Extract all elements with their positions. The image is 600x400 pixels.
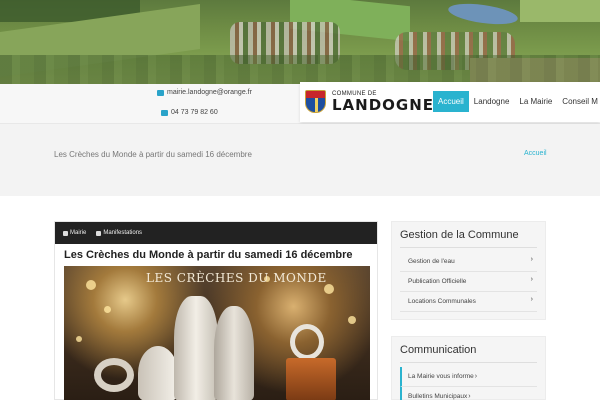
phone-icon xyxy=(161,109,168,116)
post-card: Mairie Manifestations Les Crèches du Mon… xyxy=(54,221,378,400)
contact-phone[interactable]: 04 73 79 82 60 xyxy=(161,109,218,116)
chevron-right-icon: › xyxy=(530,256,533,263)
nav-item-conseil[interactable]: Conseil M xyxy=(557,91,600,112)
breadcrumb-home-link[interactable]: Accueil xyxy=(524,150,547,157)
post-featured-image[interactable]: LES CRÈCHES DU MONDE xyxy=(64,266,370,400)
hero-aerial-photo xyxy=(0,0,600,84)
post-author[interactable]: Mairie xyxy=(63,230,86,236)
nav-item-landogne[interactable]: Landogne xyxy=(469,91,515,112)
user-icon xyxy=(63,230,68,236)
sidebar-item-label[interactable]: Gestion de l'eau xyxy=(408,258,455,265)
sidebar-item-bulletins[interactable]: Bulletins Municipaux› xyxy=(400,387,537,400)
widget-gestion: Gestion de la Commune Gestion de l'eau ›… xyxy=(391,221,546,320)
sidebar-item-label[interactable]: Locations Communales xyxy=(408,298,476,305)
chevron-right-icon: › xyxy=(474,373,478,380)
logo-title: LANDOGNE xyxy=(332,95,435,114)
divider-shadow xyxy=(110,184,490,192)
sidebar-item-label[interactable]: Publication Officielle xyxy=(408,278,466,285)
post-meta-bar: Mairie Manifestations xyxy=(55,222,377,244)
post-category[interactable]: Manifestations xyxy=(96,230,142,236)
main-nav: Accueil Landogne La Mairie Conseil M xyxy=(433,91,600,112)
widget-communication-title: Communication xyxy=(400,344,477,356)
chevron-right-icon: › xyxy=(530,296,533,303)
chevron-right-icon: › xyxy=(530,276,533,283)
widget-gestion-title: Gestion de la Commune xyxy=(400,229,519,241)
sidebar-item-publication[interactable]: Publication Officielle › xyxy=(400,272,537,292)
coat-of-arms-icon xyxy=(305,90,326,113)
widget-communication: Communication La Mairie vous informe› Bu… xyxy=(391,336,546,400)
site-logo[interactable]: COMMUNE DE LANDOGNE xyxy=(305,90,434,113)
sidebar-item-label[interactable]: La Mairie vous informe xyxy=(408,373,474,380)
nav-item-accueil[interactable]: Accueil xyxy=(433,91,469,112)
post-author-label[interactable]: Mairie xyxy=(70,230,86,236)
folder-icon xyxy=(96,230,102,236)
sidebar-item-label[interactable]: Bulletins Municipaux xyxy=(408,393,467,400)
sidebar-item-mairie-informe[interactable]: La Mairie vous informe› xyxy=(400,367,537,387)
page-title: Les Crèches du Monde à partir du samedi … xyxy=(54,150,252,159)
sidebar-item-locations[interactable]: Locations Communales › xyxy=(400,292,537,312)
chevron-right-icon: › xyxy=(468,393,471,400)
image-caption: LES CRÈCHES DU MONDE xyxy=(146,271,327,285)
contact-email[interactable]: mairie.landogne@orange.fr xyxy=(157,89,252,96)
post-title[interactable]: Les Crèches du Monde à partir du samedi … xyxy=(64,249,353,261)
envelope-icon xyxy=(157,89,164,96)
email-text[interactable]: mairie.landogne@orange.fr xyxy=(167,89,252,96)
nav-item-la-mairie[interactable]: La Mairie xyxy=(514,91,557,112)
post-category-label[interactable]: Manifestations xyxy=(103,230,142,236)
phone-text[interactable]: 04 73 79 82 60 xyxy=(171,109,218,116)
sidebar-item-gestion-eau[interactable]: Gestion de l'eau › xyxy=(400,252,537,272)
